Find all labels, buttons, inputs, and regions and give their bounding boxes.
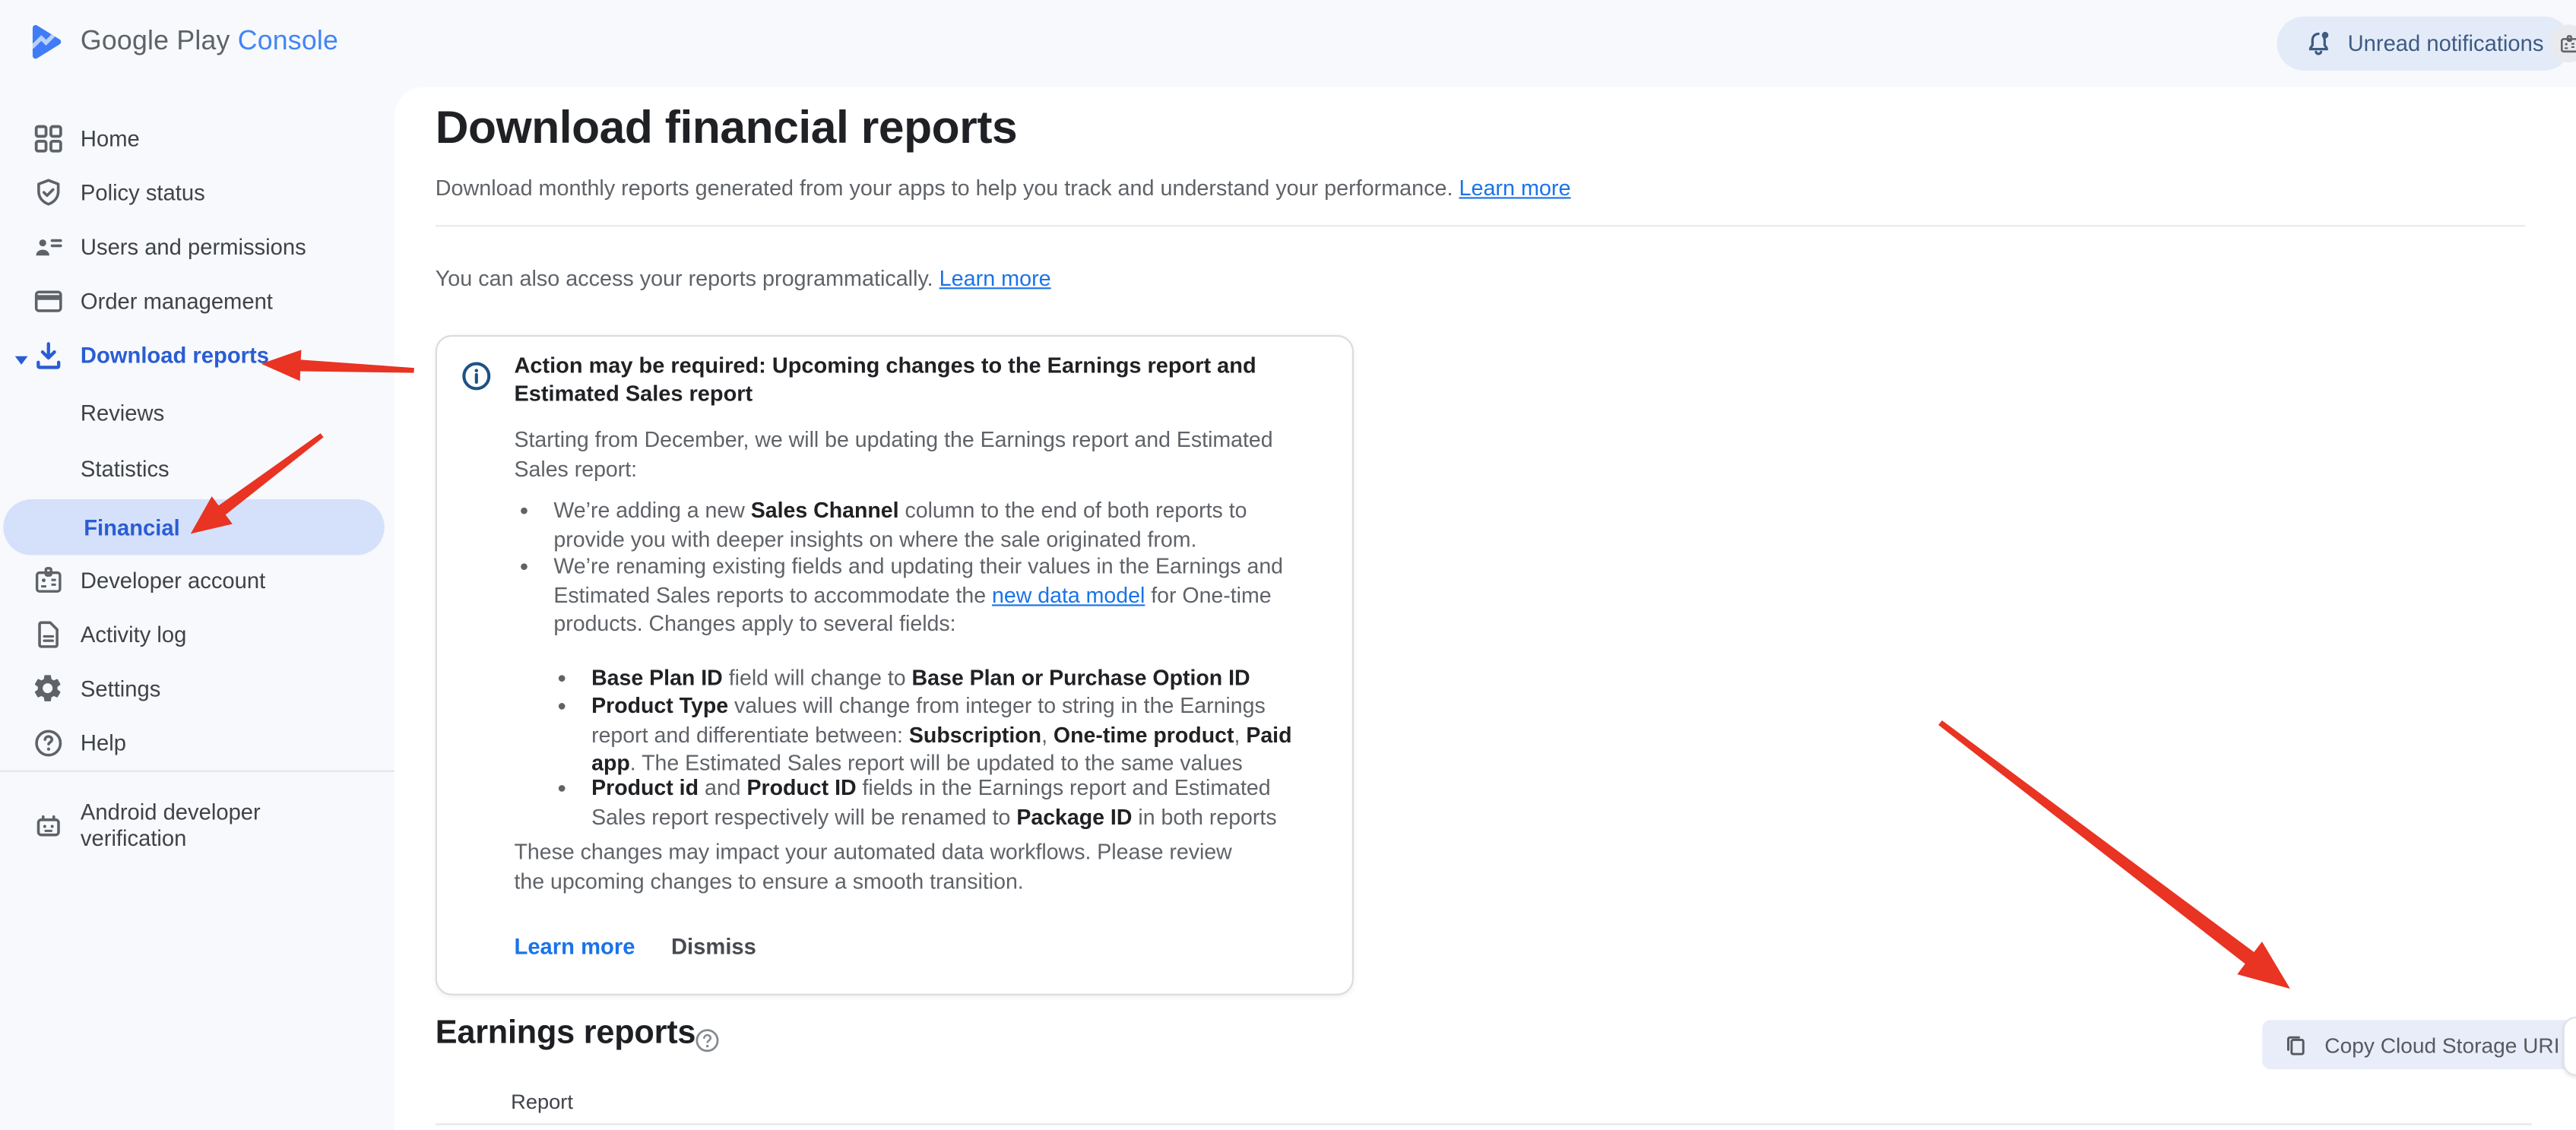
sidebar-item-home[interactable]: Home [0,110,394,166]
notice-title: Action may be required: Upcoming changes… [515,353,1323,409]
payment-card-icon [30,283,66,318]
notice-bullet-1: We’re adding a new Sales Channel column … [553,496,1296,554]
header-divider [436,225,2525,226]
notice-bullet-2: We’re renaming existing fields and updat… [553,552,1296,638]
bullet-dot [559,703,566,710]
help-circle-icon [30,725,66,759]
person-list-icon [30,229,66,264]
id-badge-icon [2557,32,2576,55]
unread-notifications-button[interactable]: Unread notifications [2277,17,2572,71]
earnings-reports-heading: Earnings reports [436,1015,695,1053]
download-icon [30,337,66,372]
logo-wordmark: Google Play Console [81,27,338,58]
info-icon [461,361,491,391]
notice-outro: These changes may impact your automated … [515,837,1250,895]
bullet-dot [521,563,528,570]
document-icon [30,617,66,651]
id-badge-icon [30,562,66,597]
android-robot-icon [30,809,66,843]
programmatic-learn-more-link[interactable]: Learn more [939,266,1051,290]
help-icon[interactable] [695,1028,719,1052]
subtitle-learn-more-link[interactable]: Learn more [1459,176,1570,200]
sidebar-item-financial[interactable]: Financial [3,499,384,555]
notice-sub-bullet-3: Product id and Product ID fields in the … [591,774,1311,831]
dismiss-button[interactable]: Dismiss [671,935,756,959]
shield-check-icon [30,175,66,209]
notice-actions: Learn more Dismiss [515,935,756,959]
learn-more-button[interactable]: Learn more [515,935,635,959]
grid-icon [30,121,66,155]
sidebar-item-activity-log[interactable]: Activity log [0,606,394,662]
table-top-divider [436,1123,2532,1125]
google-play-console-page: Google Play Console Unread notifications [0,0,2576,1130]
bullet-dot [559,785,566,792]
copy-uri-label: Copy Cloud Storage URI [2324,1032,2559,1056]
sidebar-item-help[interactable]: Help [0,714,394,770]
copy-icon [2283,1032,2308,1056]
play-logo-icon [28,21,66,62]
sidebar-item-developer-account[interactable]: Developer account [0,552,394,607]
notice-card: Action may be required: Upcoming changes… [436,335,1354,995]
sidebar-item-android-developer-verification[interactable]: Android developer verification [0,790,394,863]
notification-bell-icon [2305,30,2333,58]
bullet-dot [521,508,528,514]
unread-notifications-label: Unread notifications [2348,31,2544,55]
page-subtitle: Download monthly reports generated from … [436,176,1571,200]
programmatic-access-text: You can also access your reports program… [436,266,1051,290]
inline-link[interactable]: new data model [992,582,1145,606]
sidebar-item-policy-status[interactable]: Policy status [0,164,394,220]
google-play-console-logo[interactable]: Google Play Console [28,21,338,62]
sidebar-item-download-reports[interactable]: Download reports [0,327,394,382]
partially-visible-action-button[interactable] [2563,1017,2576,1076]
sidebar-item-settings[interactable]: Settings [0,660,394,716]
report-column-header: Report [511,1090,573,1113]
copy-cloud-storage-uri-button[interactable]: Copy Cloud Storage URI [2262,1020,2576,1069]
gear-icon [30,672,66,704]
notice-sub-bullet-2: Product Type values will change from int… [591,692,1311,778]
sidebar-item-users-permissions[interactable]: Users and permissions [0,218,394,274]
sidebar-item-order-management[interactable]: Order management [0,273,394,328]
page-title: Download financial reports [436,102,1018,154]
notice-intro: Starting from December, we will be updat… [515,426,1307,486]
sidebar-divider [0,771,394,772]
notice-sub-bullet-1: Base Plan ID field will change to Base P… [591,663,1311,692]
bullet-dot [559,675,566,682]
